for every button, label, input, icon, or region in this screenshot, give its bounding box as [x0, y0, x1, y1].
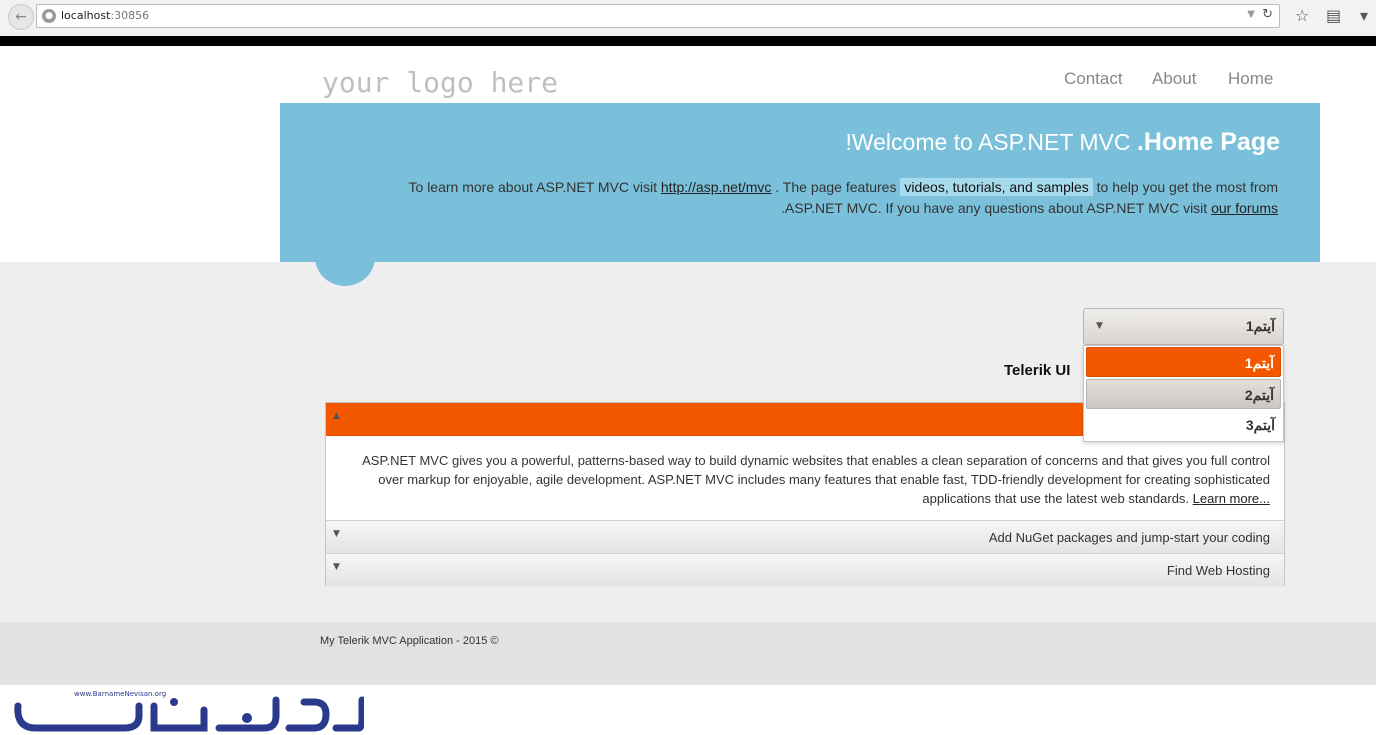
dropdown-arrow-icon[interactable]: ▼	[1247, 9, 1255, 20]
barnamenevisan-logo: www.BarnameNevisan.org	[14, 690, 364, 732]
panel-bar-item-nuget[interactable]: ▼ Add NuGet packages and jump-start your…	[326, 520, 1284, 553]
dropdown-option-3[interactable]: آیتم3	[1086, 410, 1281, 440]
footer-copyright: My Telerik MVC Application - 2015 ©	[320, 635, 499, 647]
svg-text:www.BarnameNevisan.org: www.BarnameNevisan.org	[74, 690, 166, 698]
panel-bar-item-hosting[interactable]: ▼ Find Web Hosting	[326, 553, 1284, 586]
dropdown-option-1[interactable]: آیتم1	[1086, 347, 1281, 377]
collapse-arrow-icon[interactable]: ▲	[333, 411, 340, 421]
expand-arrow-icon: ▼	[333, 529, 340, 539]
black-bar	[0, 36, 1376, 46]
asp-net-link[interactable]: http://asp.net/mvc	[661, 179, 772, 195]
star-icon[interactable]: ☆	[1295, 6, 1309, 25]
refresh-icon[interactable]: ↻	[1262, 7, 1273, 22]
footer: My Telerik MVC Application - 2015 ©	[0, 622, 1376, 685]
pocket-icon[interactable]: ▾	[1360, 6, 1368, 25]
address-bar[interactable]: ● localhost:30856 ▼ ↻	[36, 4, 1280, 28]
browser-toolbar: ← ● localhost:30856 ▼ ↻ ☆ ▤ ▾	[0, 0, 1376, 37]
nav-about[interactable]: About	[1152, 69, 1196, 89]
dropdown-option-2[interactable]: آیتم2	[1086, 379, 1281, 409]
expand-arrow-icon: ▼	[333, 562, 340, 572]
nav-home[interactable]: Home	[1228, 69, 1273, 89]
chevron-down-icon[interactable]: ▼	[1096, 321, 1103, 331]
learn-more-link[interactable]: Learn more...	[1193, 491, 1270, 506]
item-dropdown[interactable]: ▼ آیتم1	[1083, 308, 1284, 345]
section-title: Telerik UI	[1004, 362, 1071, 379]
forums-link[interactable]: our forums	[1211, 200, 1278, 216]
highlight-text: videos, tutorials, and samples	[900, 178, 1093, 196]
home-page-title: .Home Page	[1136, 128, 1280, 156]
url-text[interactable]: localhost:30856	[61, 9, 149, 22]
nav-contact[interactable]: Contact	[1064, 69, 1123, 89]
clipboard-icon[interactable]: ▤	[1326, 6, 1341, 25]
site-logo[interactable]: your logo here	[322, 66, 558, 99]
banner-circle	[315, 228, 375, 286]
dropdown-popup: آیتم1 آیتم2 آیتم3	[1083, 345, 1284, 442]
dropdown-selected-value: آیتم1	[1245, 318, 1275, 334]
panel-bar-content: ASP.NET MVC gives you a powerful, patter…	[362, 453, 1270, 506]
back-arrow-icon[interactable]: ←	[8, 4, 34, 30]
welcome-title: !Welcome to ASP.NET MVC .Home Page	[845, 128, 1280, 156]
featured-paragraph: To learn more about ASP.NET MVC visit ht…	[408, 178, 1278, 216]
globe-icon: ●	[42, 9, 56, 23]
